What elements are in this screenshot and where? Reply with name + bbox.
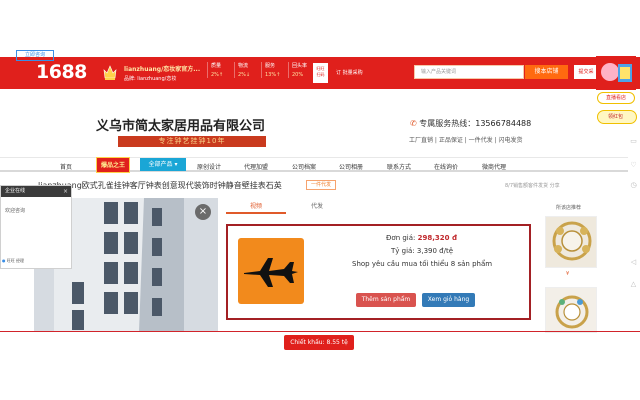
page: 1688 lianzhuang/恋妆家官方... 品牌: lianzhuang/… <box>0 0 640 400</box>
airplane-icon <box>238 238 304 304</box>
favorite-side-icon[interactable]: ♡ <box>629 161 638 170</box>
qr-code-button[interactable]: 旺旺 扫码 <box>313 63 328 83</box>
chat-widget: 企业在线 × 欢迎咨询 <box>0 185 72 269</box>
search-input[interactable]: 输入产品关键词 <box>414 65 524 79</box>
shop-stats: 质量 2%↑ 物流 2%↓ 服务 13%↑ 回头率 20% <box>207 62 315 78</box>
shop-name[interactable]: lianzhuang/恋妆家官方... <box>124 64 200 73</box>
minimum-order-note: Shop yêu cầu mua tối thiểu 8 sản phẩm <box>352 260 493 268</box>
chat-footer[interactable]: ● 旺旺 经理 <box>2 258 24 264</box>
chat-title: 企业在线 <box>5 188 26 194</box>
publish-button[interactable]: 提交采 <box>574 65 598 79</box>
product-title: lianzhuang欧式孔雀挂钟客厅钟表创意现代装饰时钟静音壁挂表石英 <box>38 181 282 190</box>
promo-banner-icon[interactable] <box>596 56 636 90</box>
site-logo[interactable]: 1688 <box>36 61 87 83</box>
shop-brand: 品牌: lianzhuang/恋妆 <box>124 76 177 82</box>
stat-item: 质量 2%↑ <box>207 62 234 78</box>
all-products-dropdown[interactable]: 全部产品 ▾ <box>140 158 186 171</box>
bottom-divider <box>0 331 640 332</box>
tab-dropship[interactable]: 代发 <box>288 200 346 214</box>
crown-icon <box>103 65 117 80</box>
chat-close-icon[interactable]: × <box>63 186 68 197</box>
bulk-order-link[interactable]: 订 批量采购 <box>336 69 363 76</box>
peacock-clock-icon <box>546 288 596 332</box>
live-shop-link[interactable]: 直播看店 <box>597 92 635 104</box>
view-cart-button[interactable]: Xem giỏ hàng <box>422 293 475 307</box>
nav-item-design[interactable]: 原创设计 <box>197 162 221 171</box>
chat-header: 企业在线 × <box>1 186 71 197</box>
order-helper-popup: Đơn giá: 298,320 đ Tỷ giá: 3,390 đ/tệ Sh… <box>226 224 531 320</box>
company-slogan: 专注钟艺挂钟10年 <box>118 136 266 147</box>
service-hotline: ✆ 专属服务热线：13566784488 <box>410 119 532 128</box>
share-side-icon[interactable]: ◁ <box>629 258 638 267</box>
stat-item: 物流 2%↓ <box>234 62 261 78</box>
discount-button[interactable]: Chiết khấu: 8.55 tệ <box>284 335 354 350</box>
history-side-icon[interactable]: ◷ <box>629 181 638 190</box>
service-tags: 工厂直销 | 正品保证 | 一件代发 | 闪电发货 <box>409 137 523 144</box>
chat-message: 欢迎咨询 <box>5 208 26 214</box>
exchange-rate: Tỷ giá: 3,390 đ/tệ <box>391 247 454 255</box>
peacock-clock-icon <box>546 217 596 267</box>
nav-item-agency[interactable]: 代理加盟 <box>244 162 268 171</box>
unit-price: Đơn giá: 298,320 đ <box>386 234 457 242</box>
cart-side-icon[interactable]: ▭ <box>629 137 638 146</box>
nav-item-inquiry[interactable]: 在线询价 <box>434 162 458 171</box>
red-packet-link[interactable]: 领红包 <box>597 110 637 124</box>
recommend-title: 所该店推荐 <box>556 205 582 211</box>
consult-now-button[interactable]: 立即咨询 <box>16 50 54 61</box>
dropship-tag: 一件代发 <box>306 180 336 190</box>
close-video-button[interactable]: × <box>195 204 211 220</box>
nav-item-album[interactable]: 公司相册 <box>339 162 363 171</box>
phone-icon: ✆ <box>410 119 420 128</box>
product-meta[interactable]: 8/7销售额客件发货 分享 <box>505 182 560 189</box>
shop-nav: 首页 原创设计 代理加盟 公司档案 公司相册 联系方式 在线询价 微商代理 <box>0 157 628 172</box>
stat-item: 回头率 20% <box>288 62 315 78</box>
tab-video[interactable]: 视频 <box>226 200 286 214</box>
stat-item: 服务 13%↑ <box>261 62 288 78</box>
nav-item-wechat-agent[interactable]: 微商代理 <box>482 162 506 171</box>
add-product-button[interactable]: Thêm sản phẩm <box>356 293 416 307</box>
nav-item-profile[interactable]: 公司档案 <box>292 162 316 171</box>
top-side-icon[interactable]: △ <box>629 280 638 289</box>
search-shop-button[interactable]: 搜本店铺 <box>525 65 568 79</box>
nav-item-home[interactable]: 首页 <box>60 162 72 171</box>
company-name: 义乌市简太家居用品有限公司 <box>96 119 266 134</box>
recommend-thumb-1[interactable] <box>545 216 597 268</box>
hot-products-badge[interactable]: 爆品之王 <box>96 157 130 173</box>
nav-item-contact[interactable]: 联系方式 <box>387 162 411 171</box>
thumb-price: ¥ <box>566 271 570 277</box>
wangwang-icon: ● <box>2 258 6 263</box>
recommend-thumb-2[interactable] <box>545 287 597 333</box>
